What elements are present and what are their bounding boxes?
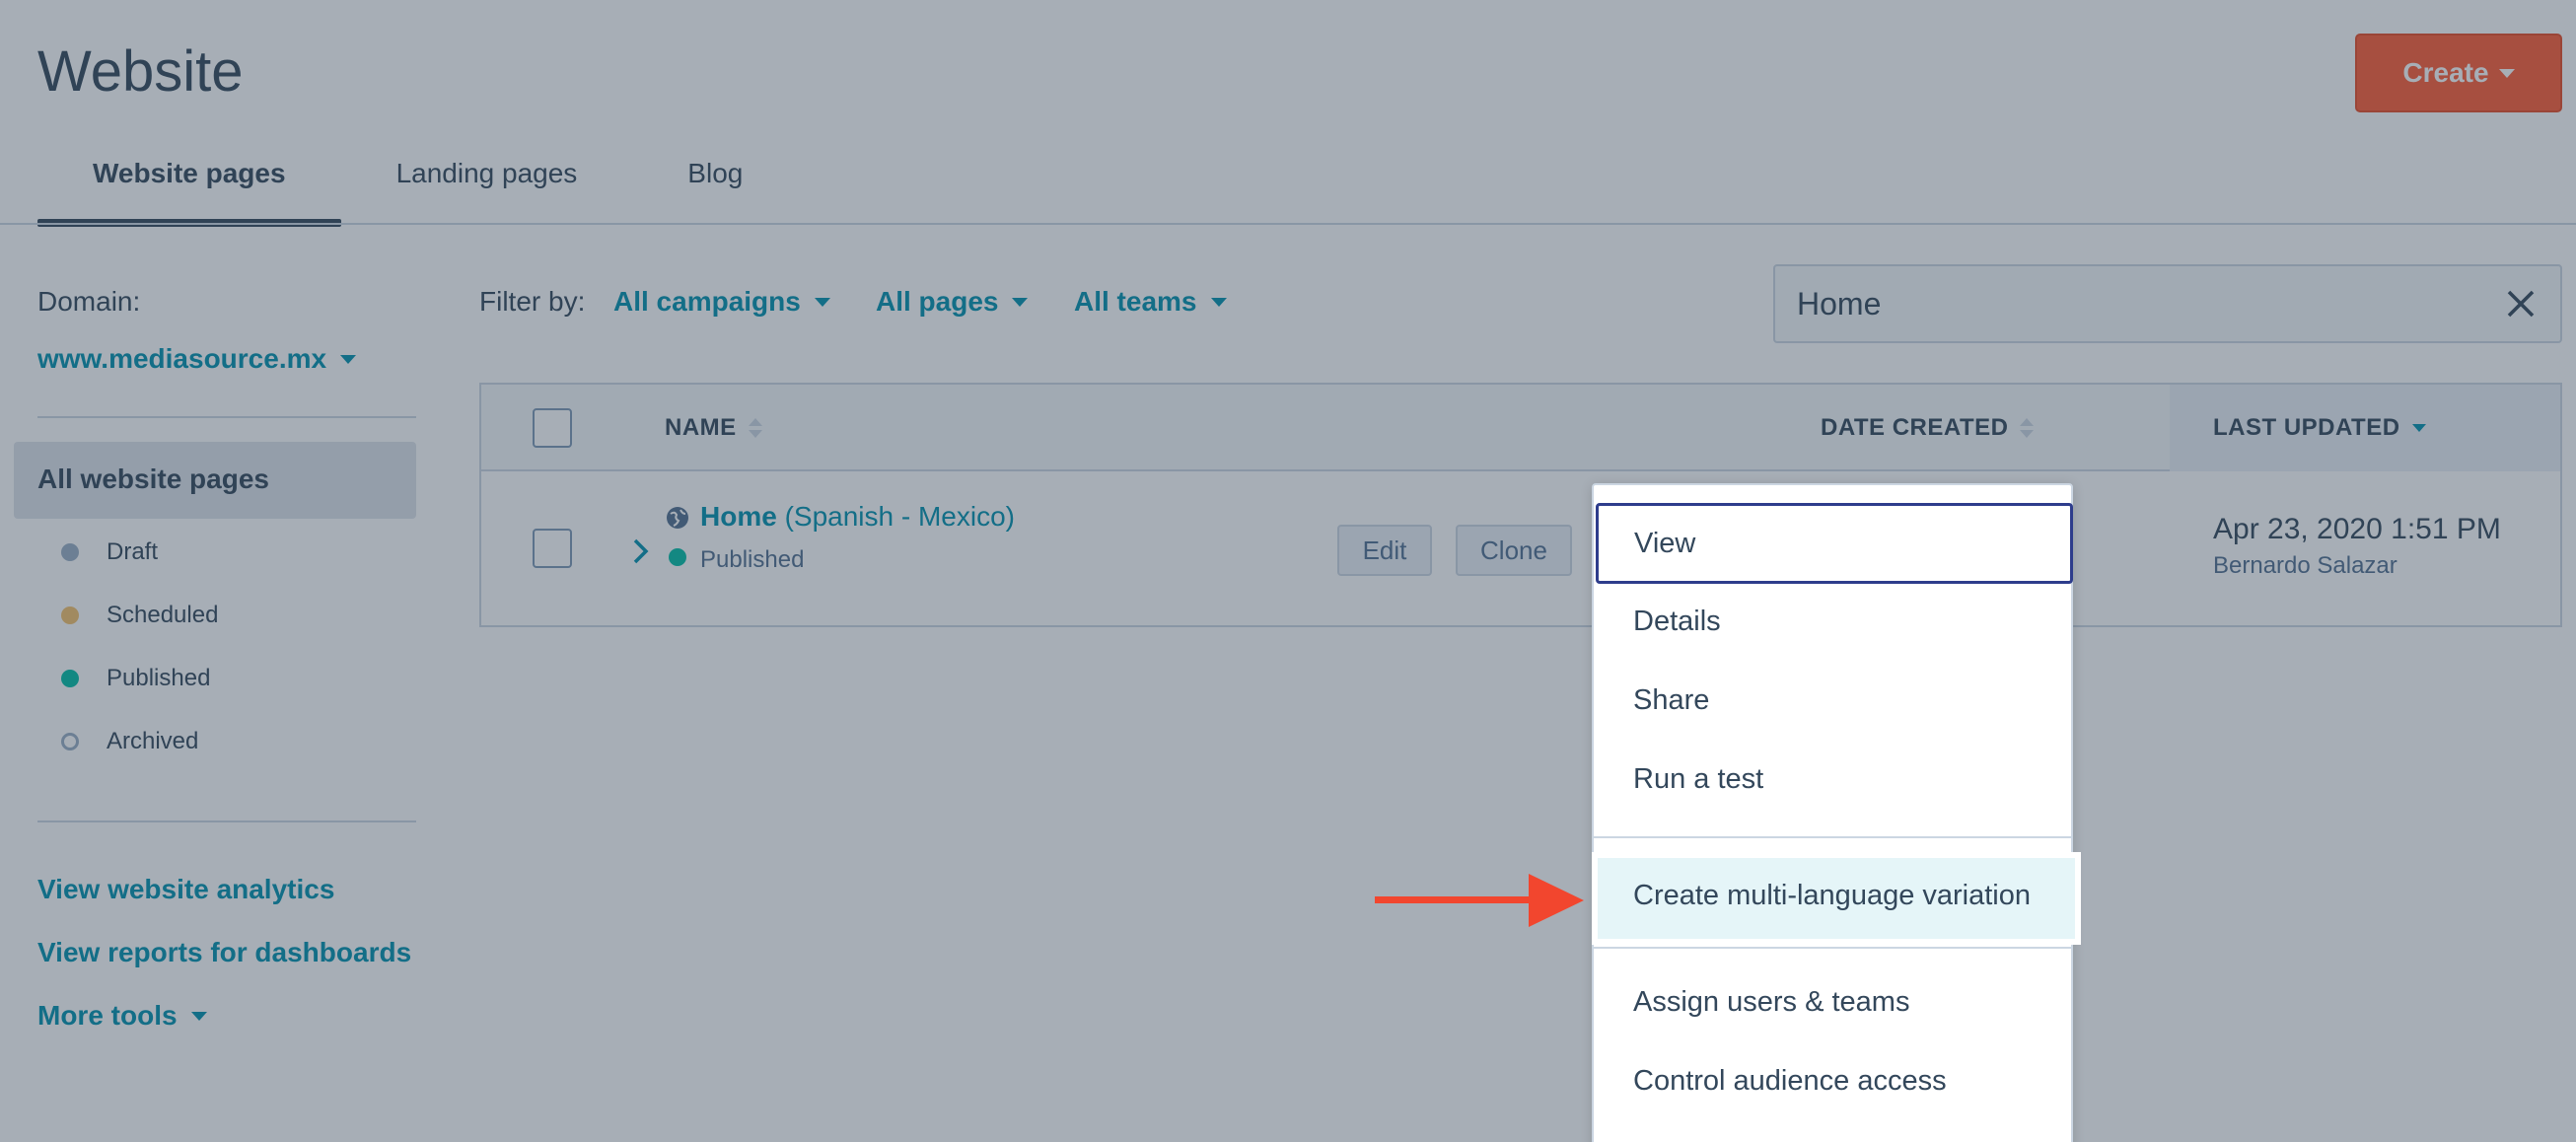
actions-menu: View Details Share Run a test Assign use… — [1592, 483, 2073, 1142]
menu-item-audience-access[interactable]: Control audience access — [1594, 1041, 2071, 1120]
menu-item-assign-users[interactable]: Assign users & teams — [1594, 963, 2071, 1041]
menu-divider — [1594, 947, 2071, 949]
menu-item-create-multi-language[interactable]: Create multi-language variation — [1598, 858, 2075, 939]
menu-item-view[interactable]: View — [1596, 503, 2073, 584]
menu-item-details[interactable]: Details — [1594, 582, 2071, 661]
arrow-right-icon — [1375, 874, 1584, 927]
dim-overlay — [0, 0, 2576, 1142]
menu-item-run-test[interactable]: Run a test — [1594, 740, 2071, 819]
menu-divider — [1594, 836, 2071, 838]
menu-item-share[interactable]: Share — [1594, 661, 2071, 740]
